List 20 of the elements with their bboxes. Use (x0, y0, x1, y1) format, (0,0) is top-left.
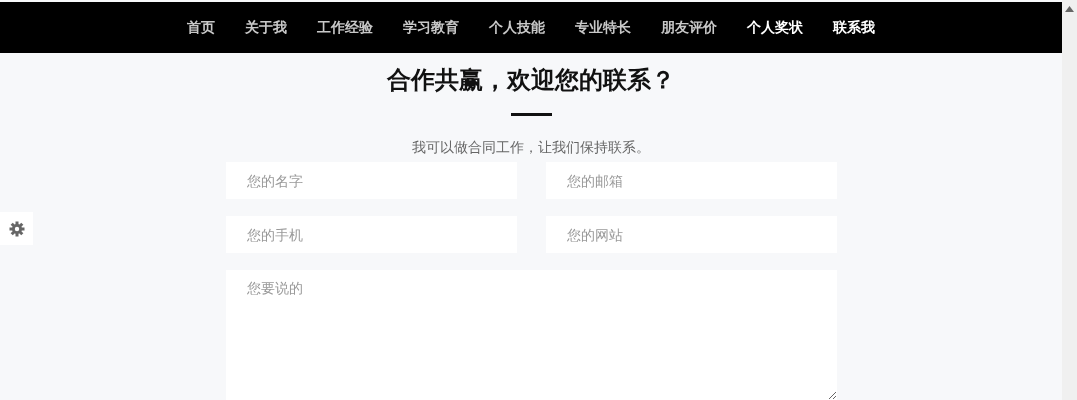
scrollbar[interactable] (1062, 0, 1077, 400)
nav-link[interactable]: 专业特长 (575, 18, 631, 37)
nav-link[interactable]: 学习教育 (403, 18, 459, 37)
settings-button[interactable] (0, 212, 33, 245)
input-field[interactable]: 您的邮箱 (545, 162, 837, 199)
section-title: 合作共赢，欢迎您的联系？ (387, 65, 675, 95)
input-field[interactable]: 您的手机 (225, 216, 517, 253)
settings-icon (8, 220, 25, 237)
scroll-up-icon (1065, 6, 1074, 12)
nav-link[interactable]: 工作经验 (317, 18, 373, 37)
nav-link[interactable]: 首页 (187, 18, 215, 37)
message-field[interactable]: 您要说的 (225, 270, 837, 400)
nav-link[interactable]: 关于我 (245, 18, 287, 37)
nav-link[interactable]: 个人技能 (489, 18, 545, 37)
input-field[interactable]: 您的网站 (545, 216, 837, 253)
nav-link[interactable]: 联系我 (833, 18, 875, 37)
input-field[interactable]: 您的名字 (225, 162, 517, 199)
nav-link[interactable]: 个人奖状 (747, 18, 803, 37)
section-subtitle: 我可以做合同工作，让我们保持联系。 (412, 138, 650, 156)
nav-link[interactable]: 朋友评价 (661, 18, 717, 37)
